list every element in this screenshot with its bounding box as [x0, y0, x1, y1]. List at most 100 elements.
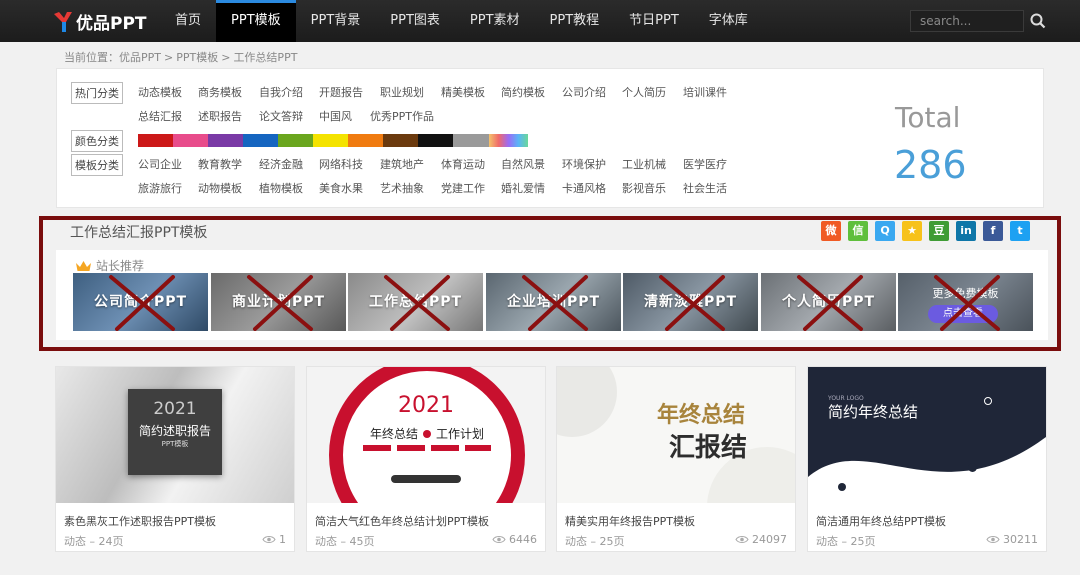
filter-tag[interactable]: 公司企业: [138, 156, 182, 172]
color-swatches: [138, 134, 528, 147]
nav-item-5[interactable]: PPT教程: [535, 0, 615, 42]
color-swatch[interactable]: [138, 134, 173, 147]
filter-tag[interactable]: 述职报告: [198, 108, 242, 124]
section-title: 工作总结汇报PPT模板: [70, 225, 208, 241]
filter-tag[interactable]: 社会生活: [683, 180, 727, 196]
nav-item-3[interactable]: PPT图表: [375, 0, 455, 42]
template-card[interactable]: YOUR LOGO 简约年终总结 简洁通用年终总结PPT模板 动态 – 25页 3021…: [807, 366, 1047, 552]
color-swatch[interactable]: [208, 134, 243, 147]
filter-tag[interactable]: 艺术抽象: [380, 180, 424, 196]
filter-tag[interactable]: 中国风: [319, 108, 352, 124]
thumb-year: 2021: [398, 393, 454, 418]
view-count-value: 24097: [752, 533, 787, 546]
recommend-card[interactable]: 工作总结PPT: [348, 273, 483, 331]
filter-tag[interactable]: 网络科技: [319, 156, 363, 172]
filter-tag[interactable]: 美食水果: [319, 180, 363, 196]
color-swatch[interactable]: [348, 134, 383, 147]
filter-tag[interactable]: 旅游旅行: [138, 180, 182, 196]
template-thumbnail[interactable]: 2021 年终总结 工作计划: [307, 367, 545, 503]
template-title[interactable]: 简洁通用年终总结PPT模板: [816, 513, 946, 529]
nav-item-0[interactable]: 首页: [160, 0, 216, 42]
recommend-card-more[interactable]: 更多免费模板 点击查看: [898, 273, 1033, 331]
template-title[interactable]: 素色黑灰工作述职报告PPT模板: [64, 513, 216, 529]
filter-tag[interactable]: 培训课件: [683, 84, 727, 100]
nav-item-7[interactable]: 字体库: [694, 0, 763, 42]
recommend-card[interactable]: 清新淡雅PPT: [623, 273, 758, 331]
color-swatch[interactable]: [173, 134, 208, 147]
recommend-card[interactable]: 个人简历PPT: [761, 273, 896, 331]
thumb-title-2: 汇报结: [669, 433, 748, 463]
template-title[interactable]: 简洁大气红色年终总结计划PPT模板: [315, 513, 489, 529]
filter-tag[interactable]: 医学医疗: [683, 156, 727, 172]
filter-tag[interactable]: 党建工作: [441, 180, 485, 196]
filter-tag[interactable]: 简约模板: [501, 84, 545, 100]
filter-tag[interactable]: 工业机械: [622, 156, 666, 172]
filter-tag[interactable]: 体育运动: [441, 156, 485, 172]
nav-item-6[interactable]: 节日PPT: [614, 0, 694, 42]
filter-tag[interactable]: 建筑地产: [380, 156, 424, 172]
search-icon[interactable]: [1028, 11, 1048, 31]
filter-tag[interactable]: 植物模板: [259, 180, 303, 196]
color-swatch-multicolor[interactable]: [489, 134, 528, 147]
color-swatch[interactable]: [453, 134, 489, 147]
template-card[interactable]: 年终总结 汇报结 精美实用年终报告PPT模板 动态 – 25页 24097: [556, 366, 796, 552]
breadcrumb-item-current[interactable]: 工作总结PPT: [233, 51, 297, 64]
wechat-icon[interactable]: 信: [848, 221, 868, 241]
view-count-value: 6446: [509, 533, 537, 546]
view-count: 24097: [735, 533, 787, 546]
template-thumbnail[interactable]: YOUR LOGO 简约年终总结: [808, 367, 1046, 503]
filter-tag[interactable]: 职业规划: [380, 84, 424, 100]
nav-item-4[interactable]: PPT素材: [455, 0, 535, 42]
twitter-icon[interactable]: t: [1010, 221, 1030, 241]
recommend-card[interactable]: 公司简介PPT: [73, 273, 208, 331]
filter-tag[interactable]: 教育教学: [198, 156, 242, 172]
filter-tag[interactable]: 个人简历: [622, 84, 666, 100]
filter-tag[interactable]: 经济金融: [259, 156, 303, 172]
template-thumbnail[interactable]: 年终总结 汇报结: [557, 367, 795, 503]
breadcrumb-item-templates[interactable]: PPT模板: [176, 51, 218, 64]
thumb-year: 2021: [153, 399, 197, 419]
weibo-icon[interactable]: 微: [821, 221, 841, 241]
linkedin-icon[interactable]: in: [956, 221, 976, 241]
filter-tag[interactable]: 影视音乐: [622, 180, 666, 196]
top-navbar: 优品PPT 首页 PPT模板 PPT背景 PPT图表 PPT素材 PPT教程 节日PPT 字体…: [0, 0, 1080, 42]
filter-tag[interactable]: 优秀PPT作品: [370, 108, 434, 124]
template-card[interactable]: 2021 简约述职报告 PPT模板 素色黑灰工作述职报告PPT模板 动态 – 24页 1: [55, 366, 295, 552]
filter-tag[interactable]: 动态模板: [138, 84, 182, 100]
filter-tag[interactable]: 动物模板: [198, 180, 242, 196]
breadcrumb-item-home[interactable]: 优品PPT: [119, 51, 161, 64]
filter-tag[interactable]: 自我介绍: [259, 84, 303, 100]
template-meta: 动态 – 24页: [64, 535, 124, 548]
site-logo[interactable]: 优品PPT: [52, 8, 147, 34]
breadcrumb-separator: >: [164, 51, 174, 64]
filter-tag[interactable]: 商务模板: [198, 84, 242, 100]
filter-tag[interactable]: 婚礼爱情: [501, 180, 545, 196]
nav-item-2[interactable]: PPT背景: [296, 0, 376, 42]
filter-tag[interactable]: 自然风景: [501, 156, 545, 172]
qzone-icon[interactable]: ★: [902, 221, 922, 241]
facebook-icon[interactable]: f: [983, 221, 1003, 241]
logo-text: 优品PPT: [76, 13, 147, 34]
qq-icon[interactable]: Q: [875, 221, 895, 241]
search-input[interactable]: [910, 10, 1024, 32]
recommend-card[interactable]: 企业培训PPT: [486, 273, 621, 331]
filter-tag[interactable]: 公司介绍: [562, 84, 606, 100]
nav-item-1[interactable]: PPT模板: [216, 0, 296, 42]
recommend-card[interactable]: 商业计划PPT: [211, 273, 346, 331]
eye-icon: [735, 536, 749, 543]
color-swatch[interactable]: [278, 134, 313, 147]
filter-tag[interactable]: 总结汇报: [138, 108, 182, 124]
filter-tag[interactable]: 环境保护: [562, 156, 606, 172]
filter-tag[interactable]: 论文答辩: [259, 108, 303, 124]
filter-tag[interactable]: 卡通风格: [562, 180, 606, 196]
color-swatch[interactable]: [383, 134, 418, 147]
template-thumbnail[interactable]: 2021 简约述职报告 PPT模板: [56, 367, 294, 503]
filter-tag[interactable]: 精美模板: [441, 84, 485, 100]
template-card[interactable]: 2021 年终总结 工作计划 简洁大气红色年终总结计划PPT模板 动态 – 45页 644…: [306, 366, 546, 552]
douban-icon[interactable]: 豆: [929, 221, 949, 241]
color-swatch[interactable]: [418, 134, 453, 147]
template-title[interactable]: 精美实用年终报告PPT模板: [565, 513, 695, 529]
color-swatch[interactable]: [313, 134, 348, 147]
color-swatch[interactable]: [243, 134, 278, 147]
filter-tag[interactable]: 开题报告: [319, 84, 363, 100]
